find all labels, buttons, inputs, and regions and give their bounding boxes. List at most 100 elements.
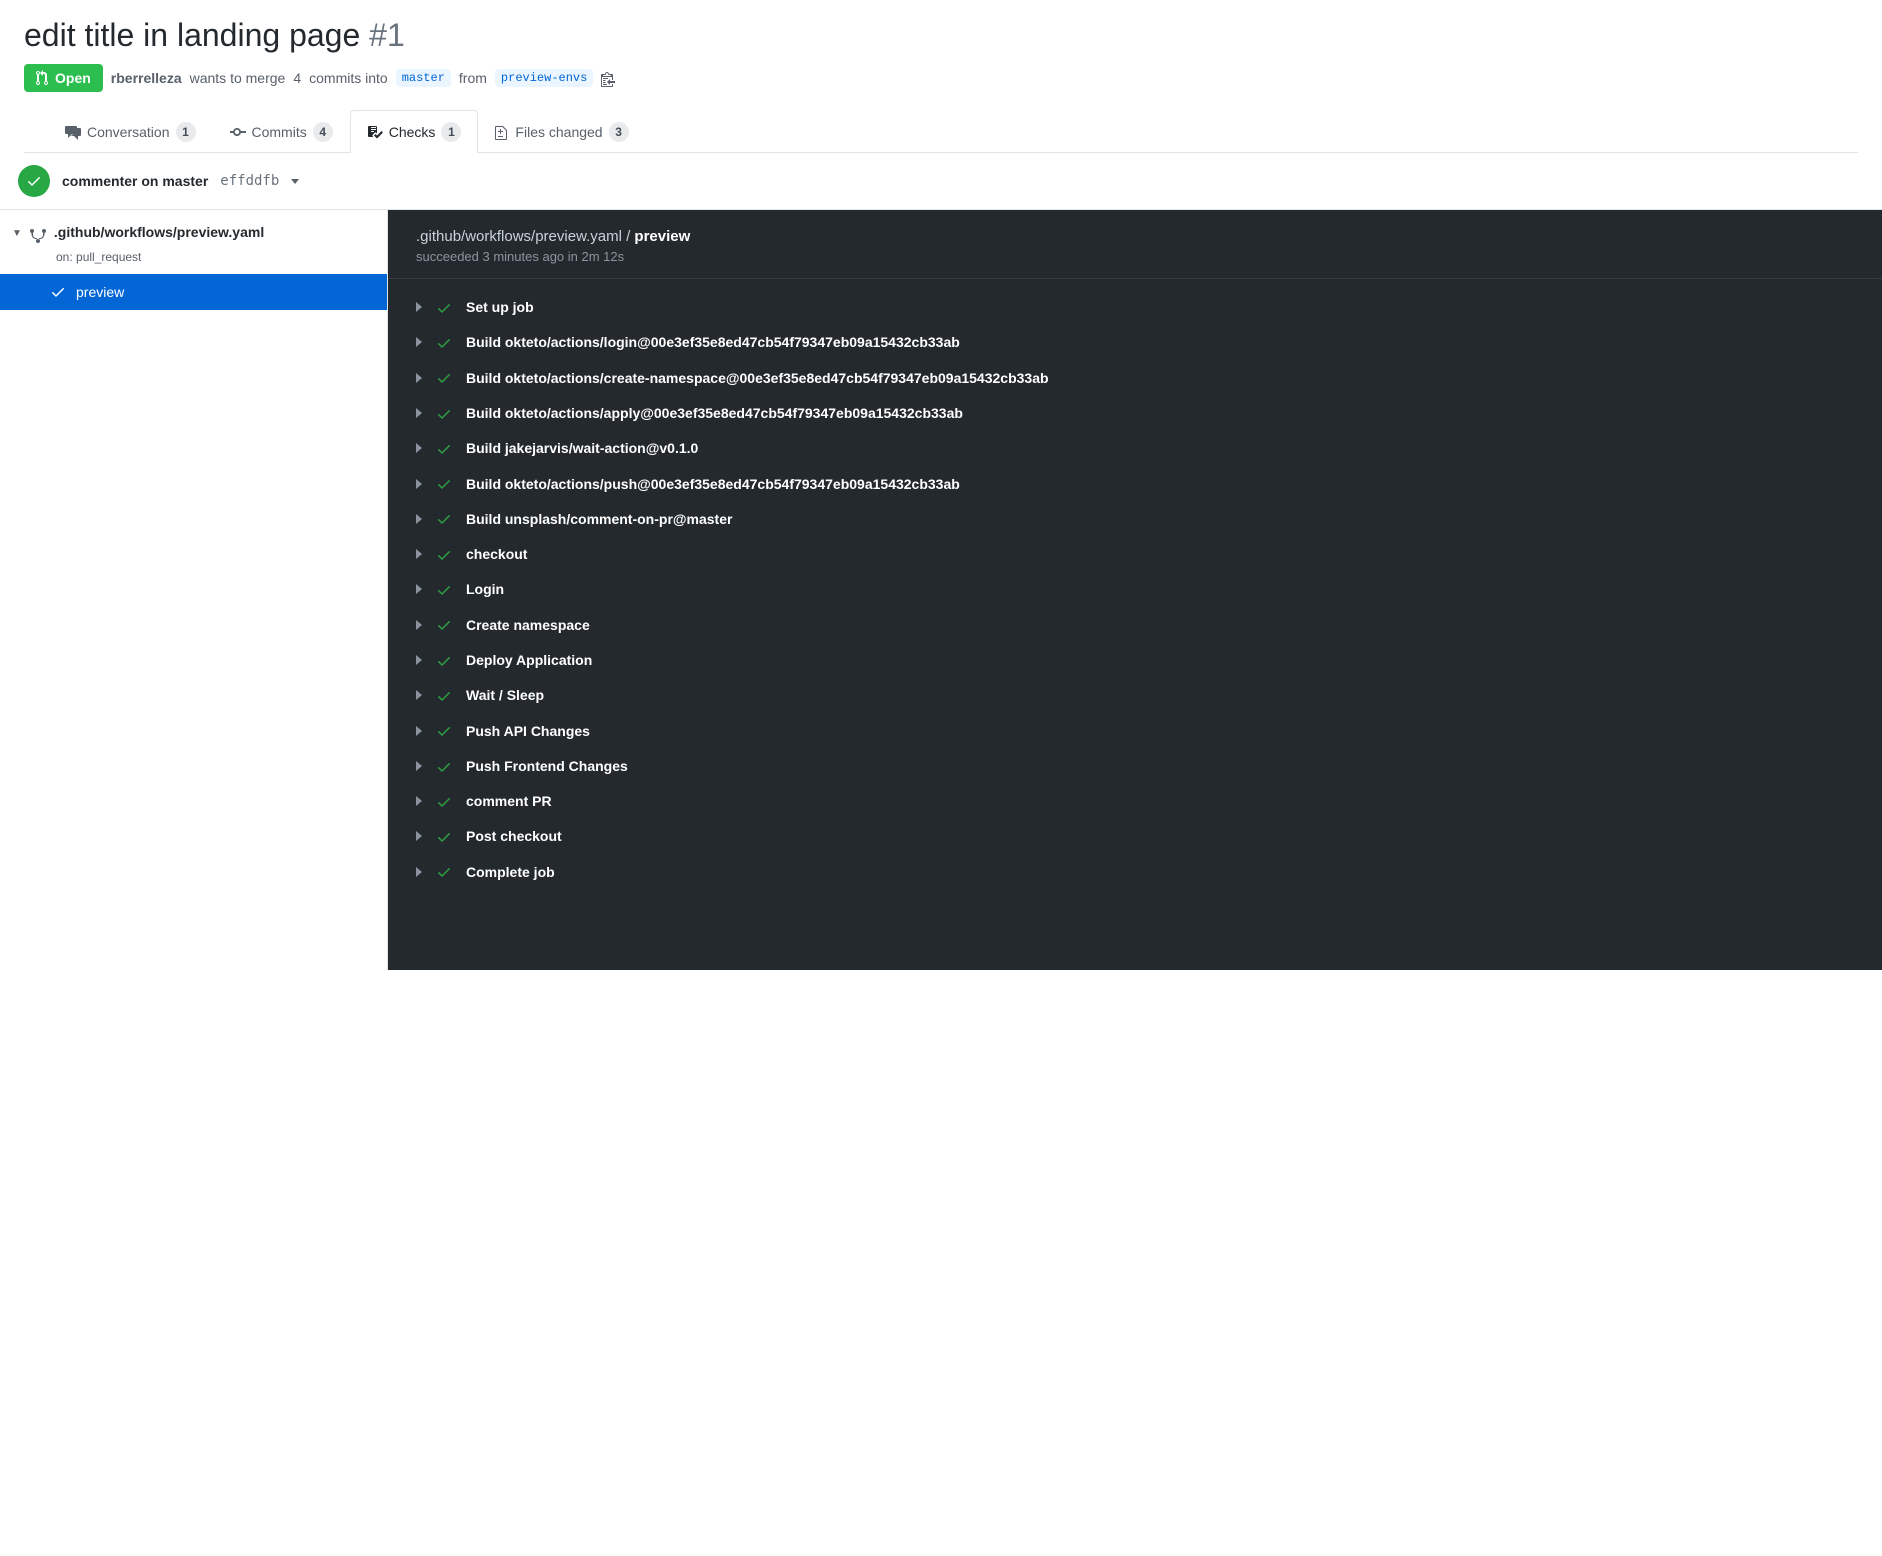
state-badge: Open: [24, 64, 103, 92]
step-row[interactable]: Build okteto/actions/apply@00e3ef35e8ed4…: [388, 395, 1882, 430]
tab-files-changed[interactable]: Files changed 3: [478, 110, 645, 153]
log-panel: .github/workflows/preview.yaml / preview…: [388, 210, 1882, 970]
workflow-trigger: on: pull_request: [0, 248, 387, 274]
head-branch[interactable]: preview-envs: [495, 69, 593, 87]
caret-right-icon: [416, 408, 422, 418]
run-sha[interactable]: effddfb: [220, 173, 279, 189]
check-icon: [436, 581, 452, 598]
check-icon: [436, 687, 452, 704]
tab-commits[interactable]: Commits 4: [213, 110, 350, 153]
step-row[interactable]: comment PR: [388, 784, 1882, 819]
check-icon: [436, 616, 452, 633]
workflow-file-name: .github/workflows/preview.yaml: [54, 224, 264, 240]
step-name: Deploy Application: [466, 652, 592, 668]
step-row[interactable]: Set up job: [388, 289, 1882, 324]
step-name: comment PR: [466, 793, 552, 809]
checklist-icon: [367, 124, 383, 140]
pr-tabs: Conversation 1 Commits 4 Checks 1 Files …: [24, 110, 1858, 153]
caret-right-icon: [416, 514, 422, 524]
step-row[interactable]: Post checkout: [388, 819, 1882, 854]
check-icon: [50, 284, 66, 300]
step-row[interactable]: Wait / Sleep: [388, 678, 1882, 713]
log-path-prefix: .github/workflows/preview.yaml /: [416, 228, 634, 245]
check-icon: [436, 298, 452, 315]
run-title: commenter on master: [62, 173, 208, 189]
caret-right-icon: [416, 690, 422, 700]
comment-discussion-icon: [65, 124, 81, 140]
pr-number: #1: [369, 17, 405, 53]
step-row[interactable]: Build okteto/actions/push@00e3ef35e8ed47…: [388, 466, 1882, 501]
step-row[interactable]: Build jakejarvis/wait-action@v0.1.0: [388, 431, 1882, 466]
checks-sidebar: ▼ .github/workflows/preview.yaml on: pul…: [0, 210, 388, 970]
caret-right-icon: [416, 337, 422, 347]
job-item-preview[interactable]: preview: [0, 274, 387, 310]
caret-right-icon: [416, 373, 422, 383]
git-pull-request-icon: [36, 70, 50, 86]
pr-meta: Open rberrelleza wants to merge 4 commit…: [24, 64, 1858, 92]
tab-checks[interactable]: Checks 1: [350, 110, 479, 153]
checks-split: ▼ .github/workflows/preview.yaml on: pul…: [0, 210, 1882, 970]
file-diff-icon: [495, 124, 509, 140]
step-name: Post checkout: [466, 828, 562, 844]
check-icon: [436, 722, 452, 739]
caret-right-icon: [416, 655, 422, 665]
copy-icon[interactable]: [601, 70, 615, 87]
tab-commits-count: 4: [313, 122, 333, 142]
log-path: .github/workflows/preview.yaml / preview: [416, 228, 1854, 245]
workflow-icon: [30, 224, 46, 243]
step-name: Login: [466, 581, 504, 597]
log-status: succeeded 3 minutes ago in 2m 12s: [416, 249, 1854, 264]
tab-files-count: 3: [609, 122, 629, 142]
workflow-header[interactable]: ▼ .github/workflows/preview.yaml: [0, 210, 387, 247]
run-summary[interactable]: commenter on master effddfb: [0, 153, 1882, 210]
log-job-name: preview: [634, 228, 690, 245]
caret-right-icon: [416, 620, 422, 630]
tab-checks-label: Checks: [389, 124, 436, 140]
step-row[interactable]: Complete job: [388, 854, 1882, 889]
step-name: Build okteto/actions/create-namespace@00…: [466, 370, 1049, 386]
step-name: Build jakejarvis/wait-action@v0.1.0: [466, 440, 698, 456]
caret-right-icon: [416, 867, 422, 877]
check-icon: [436, 440, 452, 457]
check-icon: [436, 545, 452, 562]
tab-conversation-count: 1: [176, 122, 196, 142]
step-row[interactable]: Login: [388, 572, 1882, 607]
pr-title-text: edit title in landing page: [24, 17, 360, 53]
step-row[interactable]: Deploy Application: [388, 642, 1882, 677]
step-row[interactable]: Build okteto/actions/create-namespace@00…: [388, 360, 1882, 395]
check-icon: [436, 475, 452, 492]
step-name: Build okteto/actions/apply@00e3ef35e8ed4…: [466, 405, 963, 421]
step-row[interactable]: Build okteto/actions/login@00e3ef35e8ed4…: [388, 325, 1882, 360]
step-name: Set up job: [466, 299, 534, 315]
caret-down-icon: ▼: [12, 224, 22, 239]
step-row[interactable]: Push API Changes: [388, 713, 1882, 748]
step-name: checkout: [466, 546, 527, 562]
caret-right-icon: [416, 831, 422, 841]
merge-text-prefix: wants to merge: [190, 70, 286, 86]
caret-right-icon: [416, 796, 422, 806]
check-icon: [436, 651, 452, 668]
check-icon: [436, 404, 452, 421]
state-label: Open: [55, 70, 91, 86]
step-name: Push API Changes: [466, 723, 590, 739]
git-commit-icon: [230, 124, 246, 140]
step-name: Create namespace: [466, 617, 590, 633]
from-text: from: [459, 70, 487, 86]
merge-text-mid: commits into: [309, 70, 388, 86]
check-icon: [436, 863, 452, 880]
step-name: Build unsplash/comment-on-pr@master: [466, 511, 732, 527]
step-row[interactable]: checkout: [388, 536, 1882, 571]
step-row[interactable]: Push Frontend Changes: [388, 748, 1882, 783]
chevron-down-icon[interactable]: [291, 179, 299, 184]
base-branch[interactable]: master: [396, 69, 451, 87]
step-name: Complete job: [466, 864, 555, 880]
check-icon: [436, 510, 452, 527]
pr-author[interactable]: rberrelleza: [111, 70, 182, 86]
tab-files-label: Files changed: [515, 124, 602, 140]
check-icon: [436, 828, 452, 845]
step-row[interactable]: Build unsplash/comment-on-pr@master: [388, 501, 1882, 536]
tab-conversation[interactable]: Conversation 1: [48, 110, 213, 153]
step-row[interactable]: Create namespace: [388, 607, 1882, 642]
tab-commits-label: Commits: [252, 124, 307, 140]
caret-right-icon: [416, 443, 422, 453]
